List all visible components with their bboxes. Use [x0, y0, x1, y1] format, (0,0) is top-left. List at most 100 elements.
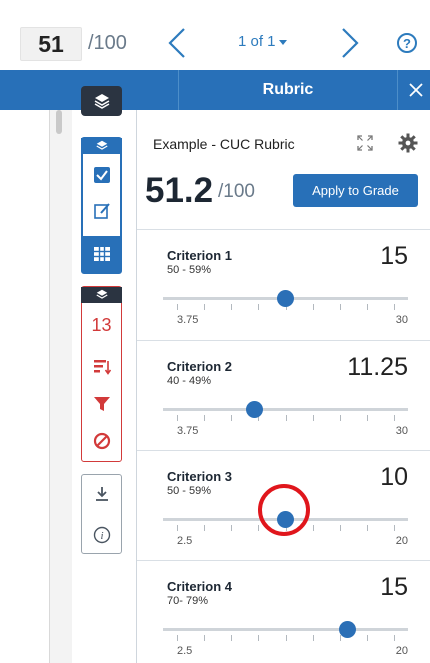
info-glyph: i: [100, 530, 103, 542]
info-button[interactable]: i: [83, 519, 120, 551]
filter-tool-button[interactable]: [83, 388, 120, 420]
slider-tick: [366, 415, 368, 421]
criterion-score: 10: [380, 463, 408, 491]
slider-tick: [258, 304, 260, 310]
flag-count-button[interactable]: 13: [83, 309, 120, 341]
layers-icon: [95, 140, 108, 150]
caret-down-icon: [278, 39, 287, 45]
criterion-name: Criterion 2: [167, 359, 233, 374]
document-scrollbar[interactable]: [56, 110, 62, 134]
criterion-slider-track[interactable]: [163, 628, 408, 631]
edit-icon: [93, 203, 110, 219]
slider-tick: [231, 525, 233, 531]
criterion-name: Criterion 1: [167, 248, 233, 263]
criterion-slider-thumb[interactable]: [245, 401, 263, 418]
feedback-tools-header: [81, 287, 122, 303]
slider-tick: [258, 635, 260, 641]
slider-min-label: 3.75: [177, 314, 199, 326]
slider-tick: [366, 525, 368, 531]
slider-max-label: 20: [395, 535, 408, 547]
filter-icon: [93, 397, 110, 411]
gear-icon: [398, 133, 418, 153]
page-indicator: 1 of 1: [238, 33, 276, 50]
criterion-slider-thumb[interactable]: [277, 290, 294, 307]
layers-toggle-button[interactable]: [81, 86, 122, 116]
slider-min-label: 2.5: [177, 535, 193, 547]
app-root: 51 /100 1 of 1 ? Rubric 13 i Example - C…: [0, 0, 430, 663]
help-button[interactable]: ?: [397, 33, 417, 53]
apply-to-grade-button[interactable]: Apply to Grade: [293, 174, 418, 207]
criterion-slider-thumb[interactable]: [339, 621, 357, 638]
document-page: [0, 110, 50, 663]
grade-total: /100: [88, 32, 127, 54]
criterion-band: 70- 79%: [167, 595, 208, 607]
slider-tick: [339, 304, 341, 310]
criterion-band: 50 - 59%: [167, 485, 212, 497]
slider-tick: [312, 304, 314, 310]
slider-tick: [339, 635, 341, 641]
criterion-card: Criterion 4 70- 79% 15 2.5 20: [137, 561, 430, 663]
comment-tool-button[interactable]: [83, 195, 120, 227]
checkmark-tool-button[interactable]: [83, 159, 120, 191]
slider-tick: [231, 635, 233, 641]
sort-icon: [93, 360, 111, 375]
slider-max-label: 20: [395, 645, 408, 657]
slider-tick: [177, 304, 178, 310]
criterion-band: 40 - 49%: [167, 375, 212, 387]
tab-rubric[interactable]: Rubric: [178, 70, 398, 110]
next-page-button[interactable]: [339, 26, 361, 60]
close-panel-button[interactable]: [406, 80, 426, 100]
criterion-card: Criterion 1 50 - 59% 15 3.75 30: [137, 230, 430, 342]
grade-input[interactable]: 51: [20, 27, 82, 61]
layers-icon: [94, 94, 109, 109]
download-icon: [95, 487, 108, 501]
rubric-name: Example - CUC Rubric: [153, 136, 295, 152]
grid-icon: [93, 247, 110, 261]
slider-tick: [394, 635, 395, 641]
criterion-card: Criterion 2 40 - 49% 11.25 3.75 30: [137, 341, 430, 453]
sort-tool-button[interactable]: [83, 351, 120, 383]
top-bar: 51 /100 1 of 1 ?: [0, 0, 430, 70]
criterion-slider-track[interactable]: [163, 408, 408, 411]
slider-min-label: 2.5: [177, 645, 193, 657]
criterion-name: Criterion 4: [167, 579, 233, 594]
prohibited-icon: [93, 432, 110, 450]
slider-tick: [366, 304, 368, 310]
slider-tick: [204, 415, 206, 421]
expand-button[interactable]: [357, 135, 373, 151]
page-selector[interactable]: 1 of 1: [238, 33, 287, 50]
slider-tick: [231, 304, 233, 310]
previous-page-button[interactable]: [166, 26, 188, 60]
settings-button[interactable]: [398, 133, 418, 153]
highlight-circle: [258, 484, 310, 536]
slider-tick: [366, 635, 368, 641]
grading-tools-header: [81, 138, 122, 154]
criterion-score: 15: [380, 573, 408, 601]
rubric-total-score: 51.2: [145, 171, 214, 210]
slider-tick: [204, 525, 206, 531]
slider-tick: [339, 415, 341, 421]
rubric-tool-button[interactable]: [83, 236, 120, 272]
slider-tick: [394, 415, 395, 421]
slider-tick: [204, 635, 206, 641]
expand-icon: [357, 135, 373, 151]
layers-icon: [95, 289, 108, 299]
chevron-left-icon: [168, 28, 185, 58]
slider-tick: [312, 415, 314, 421]
help-icon: ?: [403, 35, 411, 51]
criterion-name: Criterion 3: [167, 469, 233, 484]
slider-tick: [312, 525, 314, 531]
checkbox-icon: [93, 167, 110, 183]
slider-tick: [312, 635, 314, 641]
slider-tick: [177, 415, 178, 421]
download-button[interactable]: [83, 478, 120, 510]
slider-tick: [177, 635, 178, 641]
slider-tick: [394, 304, 395, 310]
block-tool-button[interactable]: [83, 425, 120, 457]
chevron-right-icon: [342, 28, 359, 58]
slider-tick: [339, 525, 341, 531]
slider-tick: [204, 304, 206, 310]
rubric-total-max: /100: [218, 181, 255, 202]
criterion-band: 50 - 59%: [167, 264, 212, 276]
slider-tick: [285, 635, 287, 641]
